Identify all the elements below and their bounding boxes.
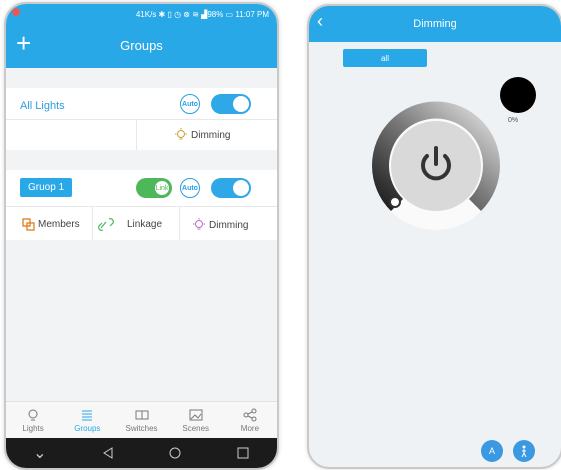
divider (136, 119, 137, 150)
divider (179, 206, 180, 240)
divider (92, 206, 93, 240)
recents-nav-button[interactable] (235, 445, 251, 461)
tab-label: Scenes (182, 423, 210, 433)
status-bar: 41K/s ✱ ▯ ◷ ⊗ ≋ ▟ 98% ▭ 11:07 PM (6, 4, 277, 24)
tab-bar: Lights Groups Switches Scenes More (6, 401, 277, 438)
status-icons: ✱ ▯ ◷ ⊗ ≋ ▟ (156, 9, 208, 19)
all-lights-dimming-button[interactable]: Dimming (174, 128, 230, 142)
header: ‹ Dimming (309, 6, 561, 42)
scenes-icon (189, 409, 203, 420)
members-button[interactable]: Members (22, 218, 80, 231)
divider (6, 119, 277, 120)
linkage-label: Linkage (127, 219, 163, 230)
tab-switches[interactable]: Switches (114, 402, 168, 438)
bulb-icon (28, 409, 38, 420)
chevron-down-icon[interactable]: ⌄ (32, 445, 48, 462)
share-icon (243, 408, 257, 421)
switches-icon (135, 410, 148, 419)
system-nav-bar: ⌄ (6, 438, 277, 468)
all-lights-card: All Lights Auto Dimming (6, 88, 277, 150)
dimming-label: Dimming (209, 219, 249, 231)
link-toggle[interactable]: Link (136, 178, 172, 198)
motion-sensor-icon[interactable] (513, 440, 535, 462)
home-nav-button[interactable] (167, 445, 183, 461)
tab-label: Groups (74, 423, 101, 433)
link-icon (98, 218, 114, 231)
auto-mode-icon[interactable]: A (481, 440, 503, 462)
tab-label: Lights (22, 423, 44, 433)
notification-dot (12, 8, 20, 16)
bulb-icon (175, 128, 187, 140)
tab-groups[interactable]: Groups (60, 402, 114, 438)
group-auto-button[interactable]: Auto (180, 178, 200, 198)
phone-left: 41K/s ✱ ▯ ◷ ⊗ ≋ ▟ 98% ▭ 11:07 PM + Group… (4, 2, 279, 470)
network-speed: 41K/s (135, 9, 157, 19)
phone-right: ‹ Dimming all 0% A (307, 4, 561, 469)
members-icon (22, 218, 35, 231)
group-power-toggle[interactable] (211, 178, 251, 198)
tab-scenes[interactable]: Scenes (169, 402, 223, 438)
all-lights-label: All Lights (20, 100, 65, 112)
brightness-percent: 0% (508, 117, 519, 124)
all-button[interactable]: all (343, 49, 427, 67)
divider (6, 206, 277, 207)
slider-handle[interactable] (389, 196, 401, 208)
battery-icon: ▭ (223, 9, 236, 19)
dimming-dial[interactable] (366, 96, 506, 236)
page-title: Groups (120, 38, 163, 53)
group-name-badge[interactable]: Gruop 1 (20, 178, 73, 197)
clock: 11:07 PM (235, 9, 269, 19)
dimming-label: Dimming (191, 129, 231, 141)
back-nav-button[interactable] (100, 445, 116, 461)
tab-lights[interactable]: Lights (6, 402, 60, 438)
linkage-button[interactable]: Linkage (98, 218, 162, 231)
page-title: Dimming (413, 18, 457, 30)
tab-label: Switches (125, 423, 158, 433)
tab-label: More (240, 423, 260, 433)
all-lights-power-toggle[interactable] (211, 94, 251, 114)
all-lights-auto-button[interactable]: Auto (180, 94, 200, 114)
battery-level: 98% (207, 9, 224, 19)
header: + Groups (6, 24, 277, 68)
group-card: Gruop 1 Link Auto Members Linkage Dimmin… (6, 170, 277, 240)
groups-list: All Lights Auto Dimming Gruop 1 Link Aut… (6, 68, 277, 402)
tab-more[interactable]: More (223, 402, 277, 438)
group-dimming-button[interactable]: Dimming (192, 218, 248, 232)
bulb-icon (193, 218, 205, 230)
members-label: Members (38, 219, 80, 230)
groups-icon (82, 410, 93, 420)
